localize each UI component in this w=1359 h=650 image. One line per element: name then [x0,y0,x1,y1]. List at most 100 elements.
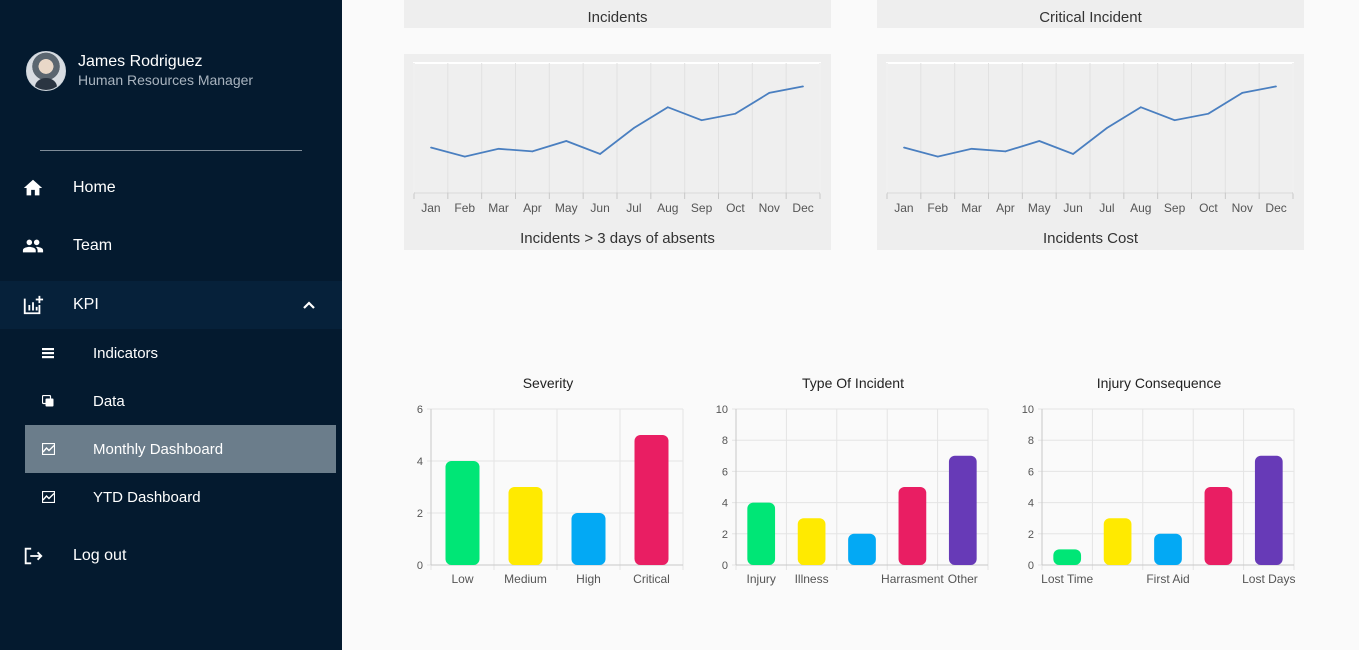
type-of-incident-chart-title: Type Of Incident [802,375,904,391]
y-tick-label: 8 [1028,435,1034,447]
data-point [802,85,804,88]
tab-critical-incident[interactable]: Critical Incident [877,0,1304,28]
x-tick-label: May [1028,201,1051,215]
user-profile: James Rodriguez Human Resources Manager [26,51,253,91]
data-point [565,140,568,142]
sidebar-item-indicators-label: Indicators [93,344,159,362]
x-tick-label: Sep [1164,201,1186,215]
data-point [1072,153,1074,155]
sidebar-item-ytd-dashboard-label: YTD Dashboard [93,488,201,506]
y-tick-label: 2 [417,508,423,520]
nav-home-label: Home [73,179,116,196]
nav-team[interactable]: Team [0,222,342,270]
sidebar-item-ytd-dashboard[interactable]: YTD Dashboard [25,477,336,517]
nav-home[interactable]: Home [0,164,342,212]
tab-incidents[interactable]: Incidents [404,0,831,28]
nav-logout[interactable]: Log out [0,532,342,580]
chevron-up-icon[interactable] [302,298,316,312]
sidebar: James Rodriguez Human Resources Manager … [0,0,342,650]
x-tick-label: Dec [792,201,813,215]
bar [1103,518,1132,565]
x-tick-label: Harrasment [881,572,944,586]
list-icon [41,346,55,360]
bar [634,435,669,565]
x-tick-label: Jul [626,201,641,215]
y-tick-label: 6 [722,466,728,478]
x-tick-label: Nov [1232,201,1253,215]
bar [571,513,606,565]
data-point [430,146,432,149]
data-point [903,146,905,149]
data-point [1106,127,1108,129]
x-tick-label: Dec [1265,201,1286,215]
x-tick-label: Other [948,572,978,586]
x-tick-label: May [555,201,578,215]
data-point [463,155,466,158]
bar [747,502,776,565]
analytics-add-icon [22,294,44,316]
y-tick-label: 4 [417,456,423,468]
bar [797,518,826,565]
x-tick-label: Feb [454,201,475,215]
bar [1254,455,1283,565]
copy-icon [41,394,55,408]
x-tick-label: Jan [421,201,440,215]
logout-icon [22,545,44,567]
y-tick-label: 6 [417,404,423,416]
x-tick-label: Jan [894,201,913,215]
x-tick-label: First Aid [1146,572,1189,586]
x-tick-label: Apr [996,201,1015,215]
incidents-absents-card: Jan Feb Mar Apr May Jun Jul Aug Sep Oct Nov Dec Inc… [404,54,831,250]
data-point [1207,112,1210,115]
y-tick-label: 2 [1028,529,1034,541]
sidebar-item-indicators[interactable]: Indicators [25,333,336,373]
sidebar-divider [40,150,302,151]
insights-icon [41,442,55,456]
x-tick-label: Lost Time [1041,572,1093,586]
x-tick-label: Jul [1099,201,1114,215]
tab-critical-incident-label: Critical Incident [1039,9,1142,26]
bar [508,487,543,565]
x-tick-label: Mar [961,201,982,215]
x-tick-label: Aug [1130,201,1151,215]
data-point [1004,150,1007,153]
x-tick-label: Feb [927,201,948,215]
data-point [734,112,737,115]
y-tick-label: 2 [722,529,728,541]
data-point [666,106,669,108]
x-tick-label: Jun [590,201,609,215]
data-point [700,119,703,121]
x-tick-label: Oct [726,201,745,215]
y-tick-label: 4 [722,498,728,510]
data-point [1275,85,1277,88]
data-point [936,155,939,158]
x-tick-label: Injury [747,572,776,586]
x-tick-label: Mar [488,201,509,215]
injury-consequence-bar-chart: 0 2 4 6 8 10 Lost Time First Aid Lost Days [1022,404,1296,586]
data-point [1173,119,1176,121]
line-chart-absents: Jan Feb Mar Apr May Jun Jul Aug Sep Oct Nov Dec [413,62,821,215]
x-tick-label: Illness [795,572,829,586]
insights-icon [41,490,55,504]
data-point [633,127,635,129]
y-tick-label: 0 [417,560,423,572]
x-tick-label: Medium [504,572,547,586]
data-point [1241,92,1244,94]
nav-kpi[interactable]: KPI [0,281,342,329]
bar [445,461,480,565]
data-point [768,92,771,94]
injury-consequence-chart-title: Injury Consequence [1096,375,1222,391]
y-tick-label: 8 [722,435,728,447]
y-tick-label: 4 [1028,498,1034,510]
y-tick-label: 6 [1028,466,1034,478]
user-name: James Rodriguez [78,53,203,70]
y-tick-label: 10 [716,404,728,416]
sidebar-item-monthly-dashboard[interactable]: Monthly Dashboard [25,425,336,473]
x-tick-label: Apr [523,201,542,215]
data-point [599,153,601,155]
sidebar-item-data[interactable]: Data [25,381,336,421]
severity-bar-chart: 0 2 4 6 Low Medium High Critical [417,404,684,586]
nav-kpi-label: KPI [73,296,99,313]
data-point [1139,106,1142,108]
sidebar-item-data-label: Data [93,392,125,410]
